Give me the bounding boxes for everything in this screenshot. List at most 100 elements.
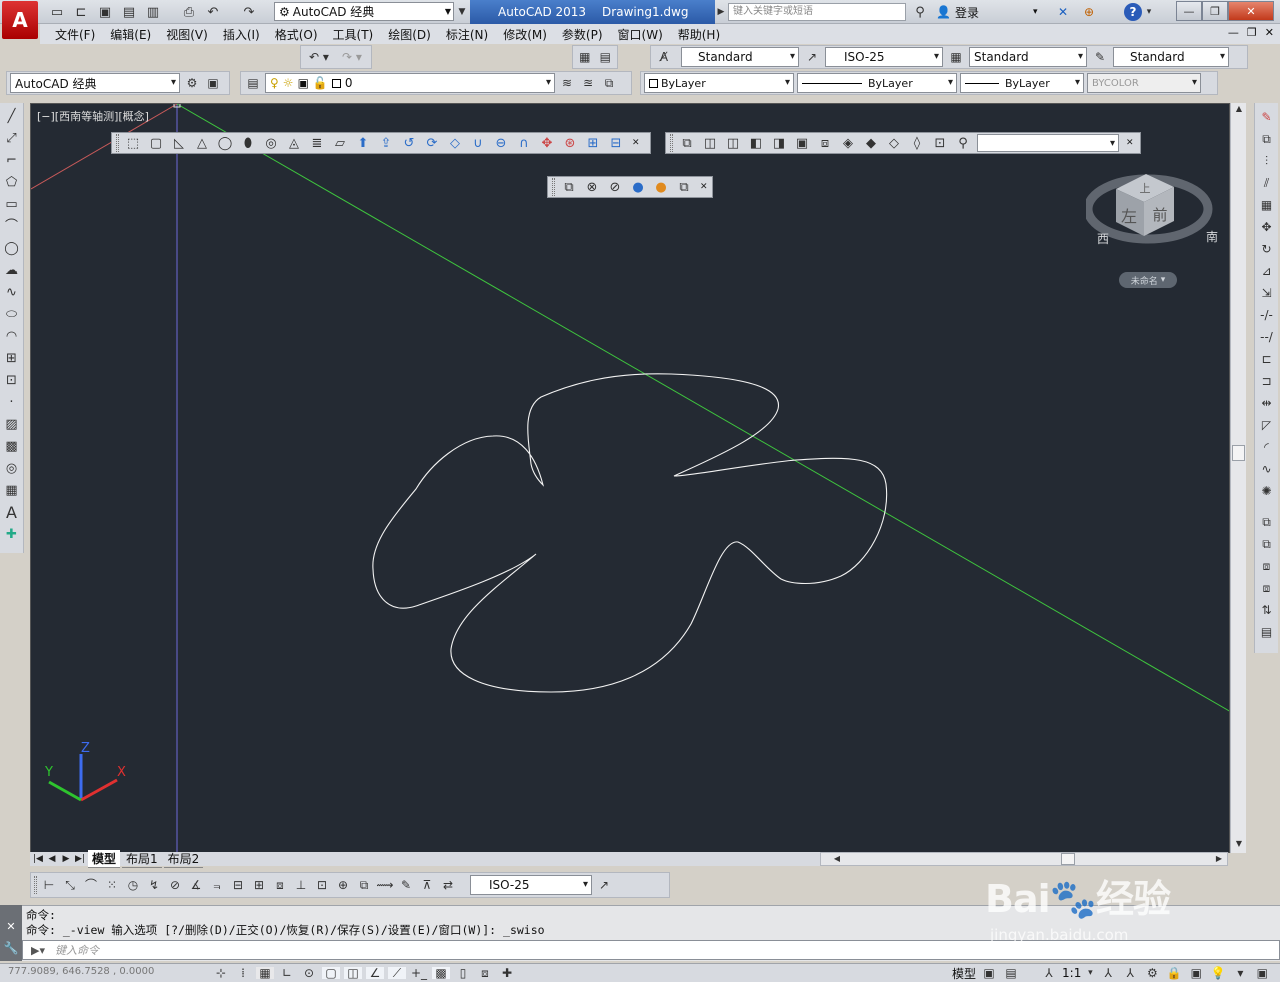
dim-update-icon[interactable]: ⇄ — [439, 879, 457, 891]
doc-minimize-button[interactable]: — — [1228, 26, 1239, 39]
dim-edit-icon[interactable]: ✎ — [397, 879, 415, 891]
spline-flower-shape[interactable] — [372, 373, 888, 693]
ortho-mode-icon[interactable]: ∟ — [278, 967, 296, 979]
undo-icon[interactable]: ↶ ▾ — [304, 51, 334, 63]
region-icon[interactable]: ◎ — [3, 459, 21, 478]
auto-scale-icon[interactable]: ⅄ — [1121, 967, 1139, 979]
object-snap-icon[interactable]: ▢ — [322, 967, 340, 979]
scroll-down-icon[interactable]: ▼ — [1233, 838, 1245, 850]
insert-block-icon[interactable]: ⊞ — [3, 349, 21, 368]
prev-tab-icon[interactable]: ◀ — [46, 854, 58, 864]
stretch-icon[interactable]: ⇲ — [1258, 283, 1276, 302]
model-space-label[interactable]: 模型 — [952, 965, 976, 982]
sw-iso-icon[interactable]: ◈ — [839, 134, 857, 152]
qat-customize-icon[interactable]: ▼ — [456, 3, 468, 21]
draw-order-back-icon[interactable]: ⧉ — [1258, 534, 1276, 553]
box-icon[interactable]: ▢ — [147, 134, 165, 152]
dim-style-icon[interactable]: ↗ — [802, 51, 822, 63]
doc-close-button[interactable]: ✕ — [1265, 26, 1274, 39]
arc-icon[interactable]: ⌒ — [3, 217, 21, 236]
blend-curves-icon[interactable]: ∿ — [1258, 459, 1276, 478]
search-expand-icon[interactable]: ▶ — [716, 3, 726, 21]
workspace-settings-icon[interactable]: ⚙ — [183, 77, 201, 89]
quick-dim-icon[interactable]: ⫬ — [208, 879, 226, 891]
make-block-icon[interactable]: ⊡ — [3, 371, 21, 390]
vertical-scroll-thumb[interactable] — [1232, 445, 1245, 461]
angular-dim-icon[interactable]: ∡ — [187, 879, 205, 891]
table-style-icon[interactable]: ▦ — [946, 51, 966, 63]
maximize-button[interactable]: ❐ — [1202, 1, 1228, 21]
extend-icon[interactable]: --/ — [1258, 327, 1276, 346]
menu-dimension[interactable]: 标注(N) — [446, 26, 488, 43]
bring-above-icon[interactable]: ⧈ — [1258, 556, 1276, 575]
exchange-icon[interactable]: ✕ — [1054, 3, 1072, 21]
jogged-dim-icon[interactable]: ↯ — [145, 879, 163, 891]
presspull-icon[interactable]: ⇪ — [377, 134, 395, 152]
plotstyle-select[interactable]: BYCOLOR — [1087, 73, 1201, 93]
polysolid-icon[interactable]: ⬚ — [124, 134, 142, 152]
cone-icon[interactable]: △ — [193, 134, 211, 152]
next-tab-icon[interactable]: ▶ — [60, 854, 72, 864]
copy-icon[interactable]: ⧉ — [1258, 129, 1276, 148]
app-menu-logo-button[interactable]: A — [2, 1, 38, 39]
command-prompt-icon[interactable]: ▶▾ — [31, 944, 45, 957]
redo-icon[interactable]: ↷ ▾ — [337, 51, 367, 63]
layer-manager-icon[interactable]: ▤ — [244, 77, 262, 89]
chevron-down-icon[interactable]: ▾ — [1085, 968, 1095, 978]
menu-file[interactable]: 文件(F) — [55, 26, 95, 43]
aligned-dim-icon[interactable]: ⤡ — [61, 879, 79, 891]
2d-wireframe-icon[interactable]: ⧉ — [560, 178, 578, 196]
scroll-left-icon[interactable]: ◀ — [831, 853, 843, 865]
top-view-icon[interactable]: ◫ — [701, 134, 719, 152]
search-input[interactable]: 键入关键字或短语 — [728, 3, 906, 21]
dim-break-icon[interactable]: ⊥ — [292, 879, 310, 891]
helix-icon[interactable]: ≣ — [308, 134, 326, 152]
coordinate-readout[interactable]: 777.9089, 646.7528 , 0.0000 — [8, 966, 154, 977]
dynamic-ucs-icon[interactable]: ⟋ — [388, 967, 406, 979]
view-name-dropdown[interactable]: 未命名 ▾ — [1119, 272, 1177, 288]
continue-dim-icon[interactable]: ⊞ — [250, 879, 268, 891]
first-tab-icon[interactable]: |◀ — [32, 854, 44, 864]
minimize-button[interactable]: — — [1176, 1, 1202, 21]
send-under-icon[interactable]: ⧈ — [1258, 578, 1276, 597]
menu-view[interactable]: 视图(V) — [166, 26, 208, 43]
planar-surface-icon[interactable]: ▱ — [331, 134, 349, 152]
isolate-objects-icon[interactable]: 💡 — [1209, 967, 1227, 979]
calculator-icon[interactable]: ▤ — [597, 51, 615, 63]
ne-iso-icon[interactable]: ◇ — [885, 134, 903, 152]
menu-draw[interactable]: 绘图(D) — [388, 26, 431, 43]
baseline-dim-icon[interactable]: ⊟ — [229, 879, 247, 891]
lineweight-toggle-icon[interactable]: ▩ — [432, 967, 450, 979]
ellipse-icon[interactable]: ⬭ — [3, 305, 21, 324]
horizontal-scroll-thumb[interactable] — [1061, 853, 1075, 865]
front-view-icon[interactable]: ▣ — [793, 134, 811, 152]
menu-parametric[interactable]: 参数(P) — [562, 26, 603, 43]
application-status-menu-icon[interactable]: ▾ — [1231, 967, 1249, 979]
spline-icon[interactable]: ∿ — [3, 283, 21, 302]
menu-tools[interactable]: 工具(T) — [333, 26, 374, 43]
grid-display-icon[interactable]: ▦ — [256, 967, 274, 979]
line-icon[interactable]: ╱ — [3, 107, 21, 126]
menu-window[interactable]: 窗口(W) — [618, 26, 663, 43]
center-mark-icon[interactable]: ⊕ — [334, 879, 352, 891]
dim-style-manager-icon[interactable]: ↗ — [595, 879, 613, 891]
trim-icon[interactable]: -/- — [1258, 305, 1276, 324]
radius-dim-icon[interactable]: ◷ — [124, 879, 142, 891]
annotation-visibility-icon[interactable]: ⅄ — [1099, 967, 1117, 979]
rectangle-icon[interactable]: ▭ — [3, 195, 21, 214]
binoculars-icon[interactable]: ⚲ — [910, 3, 930, 21]
polar-tracking-icon[interactable]: ⊙ — [300, 967, 318, 979]
union-icon[interactable]: ∪ — [469, 134, 487, 152]
3d-object-snap-icon[interactable]: ◫ — [344, 967, 362, 979]
open-file-icon[interactable]: ⊏ — [72, 3, 90, 21]
polygon-icon[interactable]: ⬠ — [3, 173, 21, 192]
construction-line-icon[interactable]: ⤢ — [3, 129, 21, 148]
autodesk-360-icon[interactable]: ⊕ — [1078, 3, 1100, 21]
text-to-front-icon[interactable]: ⇅ — [1258, 600, 1276, 619]
subtract-icon[interactable]: ⊖ — [492, 134, 510, 152]
break-icon[interactable]: ⊐ — [1258, 371, 1276, 390]
nw-iso-icon[interactable]: ◊ — [908, 134, 926, 152]
scale-icon[interactable]: ⊿ — [1258, 261, 1276, 280]
transparency-icon[interactable]: ▯ — [454, 967, 472, 979]
dim-style-select[interactable]: ISO-25 — [825, 47, 943, 67]
